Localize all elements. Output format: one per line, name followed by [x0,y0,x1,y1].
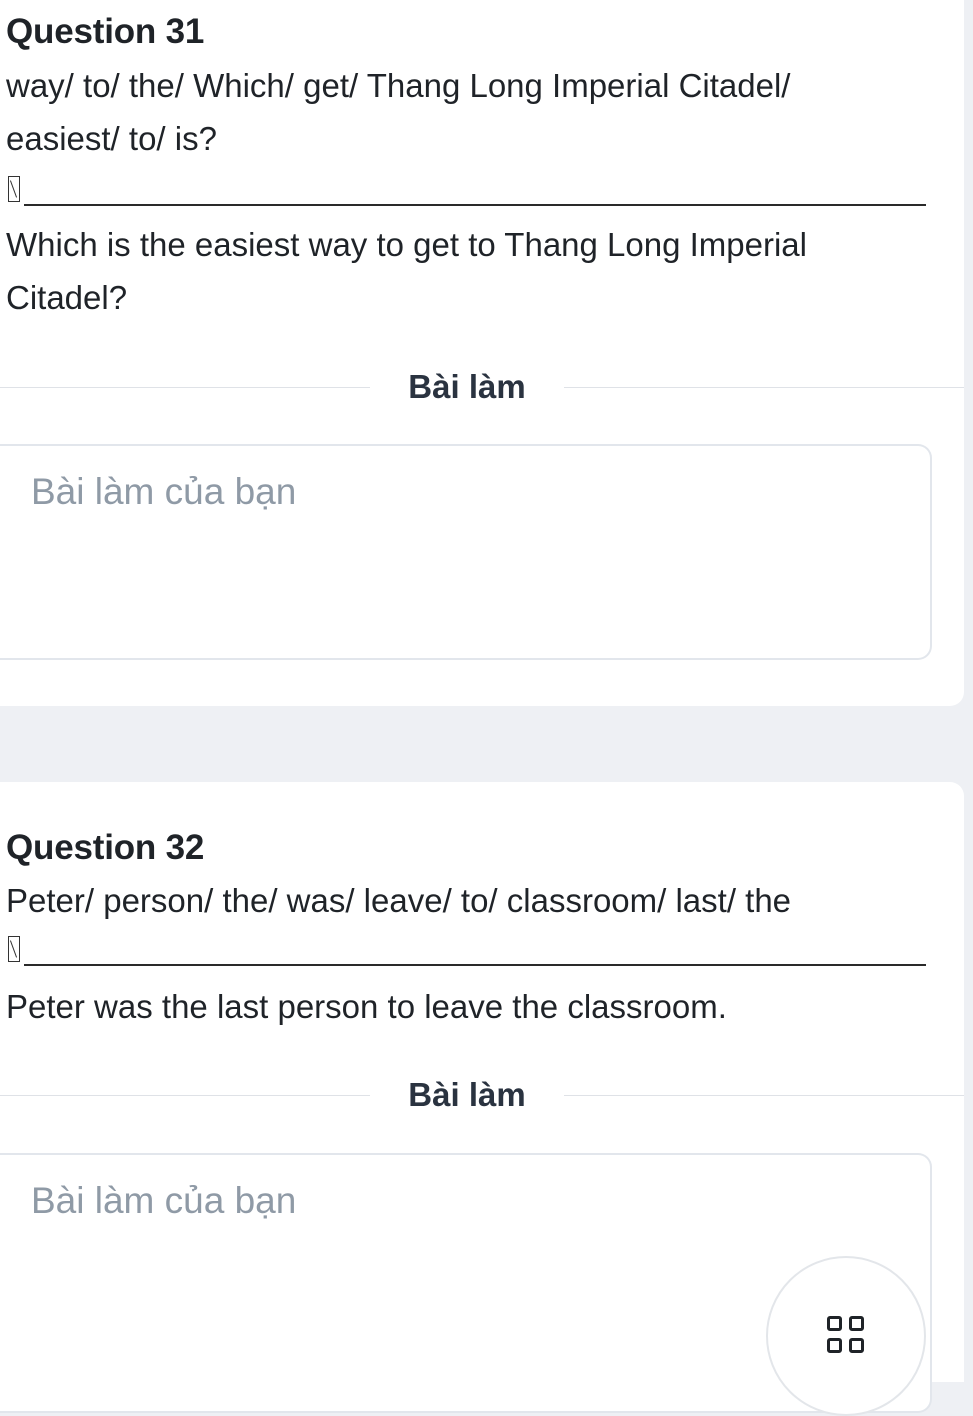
blank-rule [24,204,926,206]
question-prompt-line-2: easiest/ to/ is? [6,120,217,157]
model-answer-line-1: Peter was the last person to leave the c… [6,988,727,1025]
question-prompt-line-1: Peter/ person/ the/ was/ leave/ to/ clas… [6,882,792,919]
question-card-31: Question 31 way/ to/ the/ Which/ get/ Th… [0,0,964,706]
answer-blank-line [6,174,926,206]
answer-placeholder: Bài làm của bạn [31,471,297,512]
divider-line-right [564,1095,964,1096]
question-prompt-line-1: way/ to/ the/ Which/ get/ Thang Long Imp… [6,67,791,104]
blank-rule [24,964,926,966]
model-answer-line-1: Which is the easiest way to get to Thang… [6,226,807,263]
missing-glyph-icon [8,176,20,202]
answer-blank-line [6,934,926,966]
question-title: Question 31 [6,12,205,51]
section-label: Bài làm [408,1076,526,1113]
answer-placeholder: Bài làm của bạn [31,1180,297,1221]
missing-glyph-icon [8,936,20,962]
section-divider: Bài làm [0,367,964,407]
answer-input[interactable]: Bài làm của bạn [0,444,932,660]
model-answer-line-2: Citadel? [6,279,128,316]
question-title: Question 32 [6,828,205,867]
divider-line-left [0,1095,370,1096]
section-label: Bài làm [408,368,526,405]
divider-line-left [0,387,370,388]
divider-line-right [564,387,964,388]
grid-icon [827,1316,869,1358]
floating-menu-button[interactable] [766,1256,926,1416]
section-divider: Bài làm [0,1075,964,1115]
